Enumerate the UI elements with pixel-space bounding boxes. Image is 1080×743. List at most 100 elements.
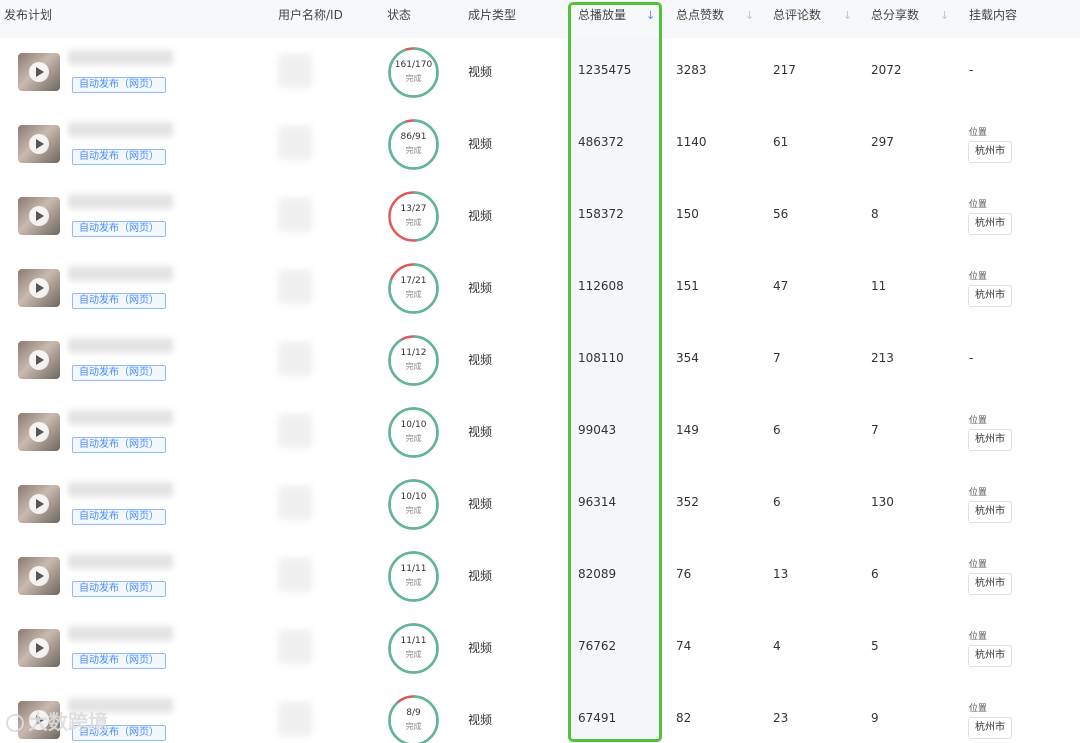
auto-publish-tag: 自动发布（网页） bbox=[72, 437, 166, 453]
status-progress-ring: 11/11 完成 bbox=[387, 622, 440, 675]
status-count: 10/10 bbox=[400, 492, 427, 502]
user-redacted bbox=[278, 486, 312, 520]
mount-empty: - bbox=[969, 351, 974, 365]
status-progress-ring: 10/10 完成 bbox=[387, 478, 440, 531]
table-row[interactable]: 自动发布（网页） 17/21 完成 视频 112608 151 47 11 位置 杭州市 bbox=[0, 252, 1080, 324]
play-icon[interactable] bbox=[29, 638, 49, 658]
location-label: 位置 bbox=[969, 704, 988, 714]
user-redacted bbox=[278, 558, 312, 592]
comments-cell: 4 bbox=[773, 639, 781, 653]
sort-desc-icon[interactable]: ↓ bbox=[646, 9, 655, 22]
likes-cell: 150 bbox=[676, 207, 699, 221]
comments-cell: 23 bbox=[773, 711, 789, 725]
status-progress-ring: 13/27 完成 bbox=[387, 190, 440, 243]
location-label: 位置 bbox=[969, 272, 988, 282]
location-button[interactable]: 杭州市 bbox=[968, 285, 1012, 307]
status-label: 完成 bbox=[405, 650, 422, 659]
video-thumbnail[interactable] bbox=[18, 557, 60, 595]
shares-cell: 11 bbox=[871, 279, 887, 293]
location-button[interactable]: 杭州市 bbox=[968, 717, 1012, 739]
comments-cell: 7 bbox=[773, 351, 781, 365]
status-count: 13/27 bbox=[400, 204, 427, 214]
plan-title-redacted bbox=[68, 122, 173, 137]
status-label: 完成 bbox=[405, 578, 422, 587]
status-count: 11/11 bbox=[400, 564, 427, 574]
shares-cell: 297 bbox=[871, 135, 894, 149]
shares-cell: 9 bbox=[871, 711, 879, 725]
auto-publish-tag: 自动发布（网页） bbox=[72, 653, 166, 669]
video-thumbnail[interactable] bbox=[18, 341, 60, 379]
location-button[interactable]: 杭州市 bbox=[968, 573, 1012, 595]
location-label: 位置 bbox=[969, 632, 988, 642]
location-label: 位置 bbox=[969, 560, 988, 570]
status-label: 完成 bbox=[405, 146, 422, 155]
location-button[interactable]: 杭州市 bbox=[968, 645, 1012, 667]
status-progress-ring: 10/10 完成 bbox=[387, 406, 440, 459]
video-thumbnail[interactable] bbox=[18, 413, 60, 451]
table-row[interactable]: 自动发布（网页） 86/91 完成 视频 486372 1140 61 297 位置 杭州市 bbox=[0, 108, 1080, 180]
location-button[interactable]: 杭州市 bbox=[968, 501, 1012, 523]
col-likes-sortable[interactable]: 总点赞数 bbox=[676, 0, 724, 38]
video-thumbnail[interactable] bbox=[18, 53, 60, 91]
location-button[interactable]: 杭州市 bbox=[968, 141, 1012, 163]
location-label: 位置 bbox=[969, 128, 988, 138]
play-icon[interactable] bbox=[29, 278, 49, 298]
auto-publish-tag: 自动发布（网页） bbox=[72, 293, 166, 309]
status-progress-ring: 8/9 完成 bbox=[387, 694, 440, 743]
col-user: 用户名称/ID bbox=[278, 8, 343, 22]
likes-cell: 1140 bbox=[676, 135, 707, 149]
type-cell: 视频 bbox=[468, 353, 493, 367]
table-row[interactable]: 自动发布（网页） 11/12 完成 视频 108110 354 7 213 - bbox=[0, 324, 1080, 396]
comments-cell: 13 bbox=[773, 567, 789, 581]
col-type: 成片类型 bbox=[468, 8, 517, 22]
type-cell: 视频 bbox=[468, 281, 493, 295]
sort-icon[interactable]: ↓ bbox=[940, 9, 949, 22]
table-row[interactable]: 自动发布（网页） 8/9 完成 视频 67491 82 23 9 位置 杭州市 bbox=[0, 684, 1080, 743]
plays-cell: 96314 bbox=[578, 495, 617, 509]
table-row[interactable]: 自动发布（网页） 161/170 完成 视频 1235475 3283 217 2072 - bbox=[0, 36, 1080, 108]
col-plays-sortable[interactable]: 总播放量 bbox=[578, 0, 626, 38]
location-button[interactable]: 杭州市 bbox=[968, 213, 1012, 235]
play-icon[interactable] bbox=[29, 494, 49, 514]
play-icon[interactable] bbox=[29, 206, 49, 226]
video-thumbnail[interactable] bbox=[18, 485, 60, 523]
comments-cell: 6 bbox=[773, 423, 781, 437]
play-icon[interactable] bbox=[29, 422, 49, 442]
watermark-logo-icon bbox=[6, 714, 24, 732]
plays-cell: 99043 bbox=[578, 423, 617, 437]
col-shares-sortable[interactable]: 总分享数 bbox=[871, 0, 919, 38]
status-count: 86/91 bbox=[400, 132, 427, 142]
user-redacted bbox=[278, 702, 312, 736]
table-row[interactable]: 自动发布（网页） 10/10 完成 视频 99043 149 6 7 位置 杭州市 bbox=[0, 396, 1080, 468]
sort-icon[interactable]: ↓ bbox=[745, 9, 754, 22]
col-comments-sortable[interactable]: 总评论数 bbox=[773, 0, 821, 38]
video-thumbnail[interactable] bbox=[18, 125, 60, 163]
play-icon[interactable] bbox=[29, 134, 49, 154]
plays-cell: 486372 bbox=[578, 135, 624, 149]
mount-empty: - bbox=[969, 63, 974, 77]
likes-cell: 149 bbox=[676, 423, 699, 437]
type-cell: 视频 bbox=[468, 497, 493, 511]
status-count: 11/11 bbox=[400, 636, 427, 646]
user-redacted bbox=[278, 342, 312, 376]
status-label: 完成 bbox=[405, 506, 422, 515]
video-thumbnail[interactable] bbox=[18, 629, 60, 667]
play-icon[interactable] bbox=[29, 350, 49, 370]
plays-cell: 82089 bbox=[578, 567, 617, 581]
video-thumbnail[interactable] bbox=[18, 269, 60, 307]
shares-cell: 8 bbox=[871, 207, 879, 221]
comments-cell: 217 bbox=[773, 63, 796, 77]
status-progress-ring: 161/170 完成 bbox=[387, 46, 440, 99]
table-row[interactable]: 自动发布（网页） 11/11 完成 视频 76762 74 4 5 位置 杭州市 bbox=[0, 612, 1080, 684]
table-row[interactable]: 自动发布（网页） 13/27 完成 视频 158372 150 56 8 位置 杭州市 bbox=[0, 180, 1080, 252]
play-icon[interactable] bbox=[29, 566, 49, 586]
status-progress-ring: 86/91 完成 bbox=[387, 118, 440, 171]
table-header: 发布计划 用户名称/ID 状态 成片类型 总播放量 ↓ 总点赞数 ↓ 总评论数 … bbox=[0, 0, 1080, 38]
status-label: 完成 bbox=[405, 218, 422, 227]
sort-icon[interactable]: ↓ bbox=[843, 9, 852, 22]
location-button[interactable]: 杭州市 bbox=[968, 429, 1012, 451]
table-row[interactable]: 自动发布（网页） 10/10 完成 视频 96314 352 6 130 位置 杭州市 bbox=[0, 468, 1080, 540]
table-row[interactable]: 自动发布（网页） 11/11 完成 视频 82089 76 13 6 位置 杭州市 bbox=[0, 540, 1080, 612]
video-thumbnail[interactable] bbox=[18, 197, 60, 235]
play-icon[interactable] bbox=[29, 62, 49, 82]
